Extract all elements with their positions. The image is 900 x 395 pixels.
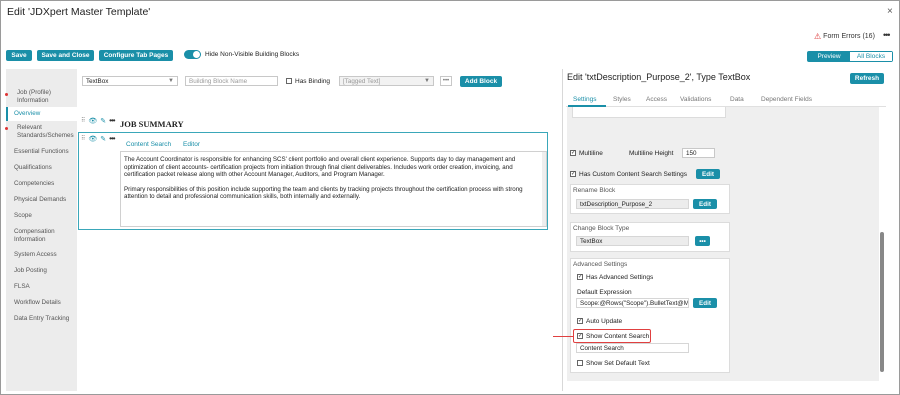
form-errors-label: Form Errors (16): [823, 33, 875, 40]
has-binding-label: Has Binding: [295, 78, 331, 85]
rename-block-input[interactable]: txtDescription_Purpose_2: [576, 199, 689, 209]
sidebar-item-essential-functions[interactable]: Essential Functions: [14, 148, 76, 156]
view-mode-switch: Preview All Blocks: [807, 51, 893, 62]
edit-dialog: { "dialog": { "title": "Edit 'JDXpert Ma…: [0, 0, 900, 395]
custom-search-checkbox[interactable]: ✓: [570, 171, 576, 177]
text-block-toolbar: ⠿ 👁 ✎ •••: [81, 134, 116, 143]
dialog-title: Edit 'JDXpert Master Template': [7, 6, 151, 18]
paragraph: Primary responsibilities of this positio…: [124, 185, 523, 201]
advanced-settings-title: Advanced Settings: [573, 261, 628, 268]
sidebar-item-workflow-details[interactable]: Workflow Details: [14, 299, 76, 307]
panel-scrollbar[interactable]: [880, 232, 884, 372]
paragraph: The Account Coordinator is responsible f…: [124, 156, 516, 179]
show-default-text-checkbox[interactable]: [577, 360, 583, 366]
sidebar-item-scope[interactable]: Scope: [14, 212, 76, 220]
tab-styles[interactable]: Styles: [613, 96, 631, 103]
has-binding-checkbox[interactable]: [286, 78, 292, 84]
eye-icon[interactable]: 👁: [88, 135, 97, 143]
editor-scrollbar[interactable]: [542, 152, 546, 226]
tab-data[interactable]: Data: [730, 96, 744, 103]
multiline-label: Multiline: [579, 150, 603, 157]
change-type-title: Change Block Type: [573, 225, 630, 232]
multiline-height-input[interactable]: 150: [682, 148, 715, 158]
rename-edit-button[interactable]: Edit: [693, 199, 717, 209]
hide-non-visible-toggle[interactable]: [184, 50, 201, 59]
refresh-button[interactable]: Refresh: [850, 73, 884, 84]
tab-content-search[interactable]: Content Search: [126, 141, 171, 148]
tab-dependent-fields[interactable]: Dependent Fields: [761, 96, 812, 103]
tab-access[interactable]: Access: [646, 96, 667, 103]
drag-handle-icon[interactable]: ⠿: [81, 135, 85, 142]
error-dot-icon: [5, 93, 8, 96]
edit-icon[interactable]: ✎: [100, 117, 106, 125]
rename-block-title: Rename Block: [573, 187, 616, 194]
drag-handle-icon[interactable]: ⠿: [81, 117, 85, 124]
save-button[interactable]: Save: [6, 50, 32, 61]
custom-search-edit-button[interactable]: Edit: [696, 169, 720, 179]
tab-settings[interactable]: Settings: [573, 96, 597, 103]
eye-icon[interactable]: 👁: [88, 117, 97, 125]
expression-textarea[interactable]: [572, 107, 726, 118]
tab-editor[interactable]: Editor: [183, 141, 200, 148]
sidebar-item-job-posting[interactable]: Job Posting: [14, 267, 76, 275]
has-advanced-checkbox[interactable]: ✓: [577, 274, 583, 280]
chevron-down-icon: ▼: [168, 78, 174, 84]
callout-highlight: [573, 329, 651, 343]
all-blocks-button[interactable]: All Blocks: [850, 52, 892, 61]
custom-search-label: Has Custom Content Search Settings: [579, 171, 688, 178]
sidebar-item-system-access[interactable]: System Access: [14, 251, 76, 259]
sidebar-item-qualifications[interactable]: Qualifications: [14, 164, 76, 172]
block-type-select[interactable]: TextBox ▼: [82, 76, 178, 86]
tagged-options-button[interactable]: •••: [440, 76, 452, 86]
sidebar-item-physical-demands[interactable]: Physical Demands: [14, 196, 76, 204]
block-name-input[interactable]: Building Block Name: [185, 76, 278, 86]
panel-title: Edit 'txtDescription_Purpose_2', Type Te…: [567, 72, 751, 82]
content-search-input[interactable]: Content Search: [576, 343, 689, 353]
hide-non-visible-label: Hide Non-Visible Building Blocks: [205, 51, 300, 58]
callout-line: [553, 336, 573, 338]
configure-tab-pages-button[interactable]: Configure Tab Pages: [99, 50, 173, 61]
save-and-close-button[interactable]: Save and Close: [37, 50, 94, 61]
chevron-down-icon: ▼: [424, 78, 430, 84]
more-options-icon[interactable]: •••: [883, 30, 891, 40]
multiline-height-label: Multiline Height: [629, 150, 674, 157]
section-heading: JOB SUMMARY: [120, 119, 184, 129]
sidebar-item-compensation[interactable]: Compensation Information: [14, 228, 76, 243]
default-expression-label: Default Expression: [577, 289, 632, 296]
more-icon[interactable]: •••: [109, 134, 115, 143]
change-type-input[interactable]: TextBox: [576, 236, 689, 246]
preview-button[interactable]: Preview: [808, 52, 850, 61]
tab-validations[interactable]: Validations: [680, 96, 711, 103]
rich-text-editor[interactable]: The Account Coordinator is responsible f…: [120, 151, 547, 227]
error-dot-icon: [5, 127, 8, 130]
edit-icon[interactable]: ✎: [100, 135, 106, 143]
warning-icon: ⚠: [814, 32, 822, 41]
default-expression-edit-button[interactable]: Edit: [693, 298, 717, 308]
auto-update-label: Auto Update: [586, 318, 623, 325]
show-default-text-label: Show Set Default Text: [586, 360, 650, 367]
auto-update-checkbox[interactable]: ✓: [577, 318, 583, 324]
multiline-checkbox[interactable]: ✓: [570, 150, 576, 156]
sidebar-item-data-entry-tracking[interactable]: Data Entry Tracking: [14, 315, 76, 323]
add-block-button[interactable]: Add Block: [460, 76, 502, 87]
close-icon[interactable]: ×: [887, 6, 893, 17]
tagged-text-select[interactable]: [Tagged Text] ▼: [339, 76, 434, 86]
more-icon[interactable]: •••: [109, 116, 115, 125]
default-expression-input[interactable]: Scope:@Rows("Scope").BulletText@M: [576, 298, 689, 308]
sidebar-item-competencies[interactable]: Competencies: [14, 180, 76, 188]
sidebar-item-job-information[interactable]: Job (Profile) Information: [17, 89, 73, 104]
sidebar-item-overview[interactable]: Overview: [14, 110, 76, 118]
sidebar-item-flsa[interactable]: FLSA: [14, 283, 76, 291]
has-advanced-label: Has Advanced Settings: [586, 274, 654, 281]
tagged-text-placeholder: [Tagged Text]: [343, 77, 381, 85]
heading-block-toolbar: ⠿ 👁 ✎ •••: [81, 116, 116, 125]
sidebar-item-relevant-standards[interactable]: Relevant Standards/Schemes: [17, 124, 77, 139]
block-type-value: TextBox: [86, 77, 109, 85]
change-type-button[interactable]: •••: [695, 236, 710, 246]
form-errors-link[interactable]: ⚠ Form Errors (16): [814, 32, 875, 41]
